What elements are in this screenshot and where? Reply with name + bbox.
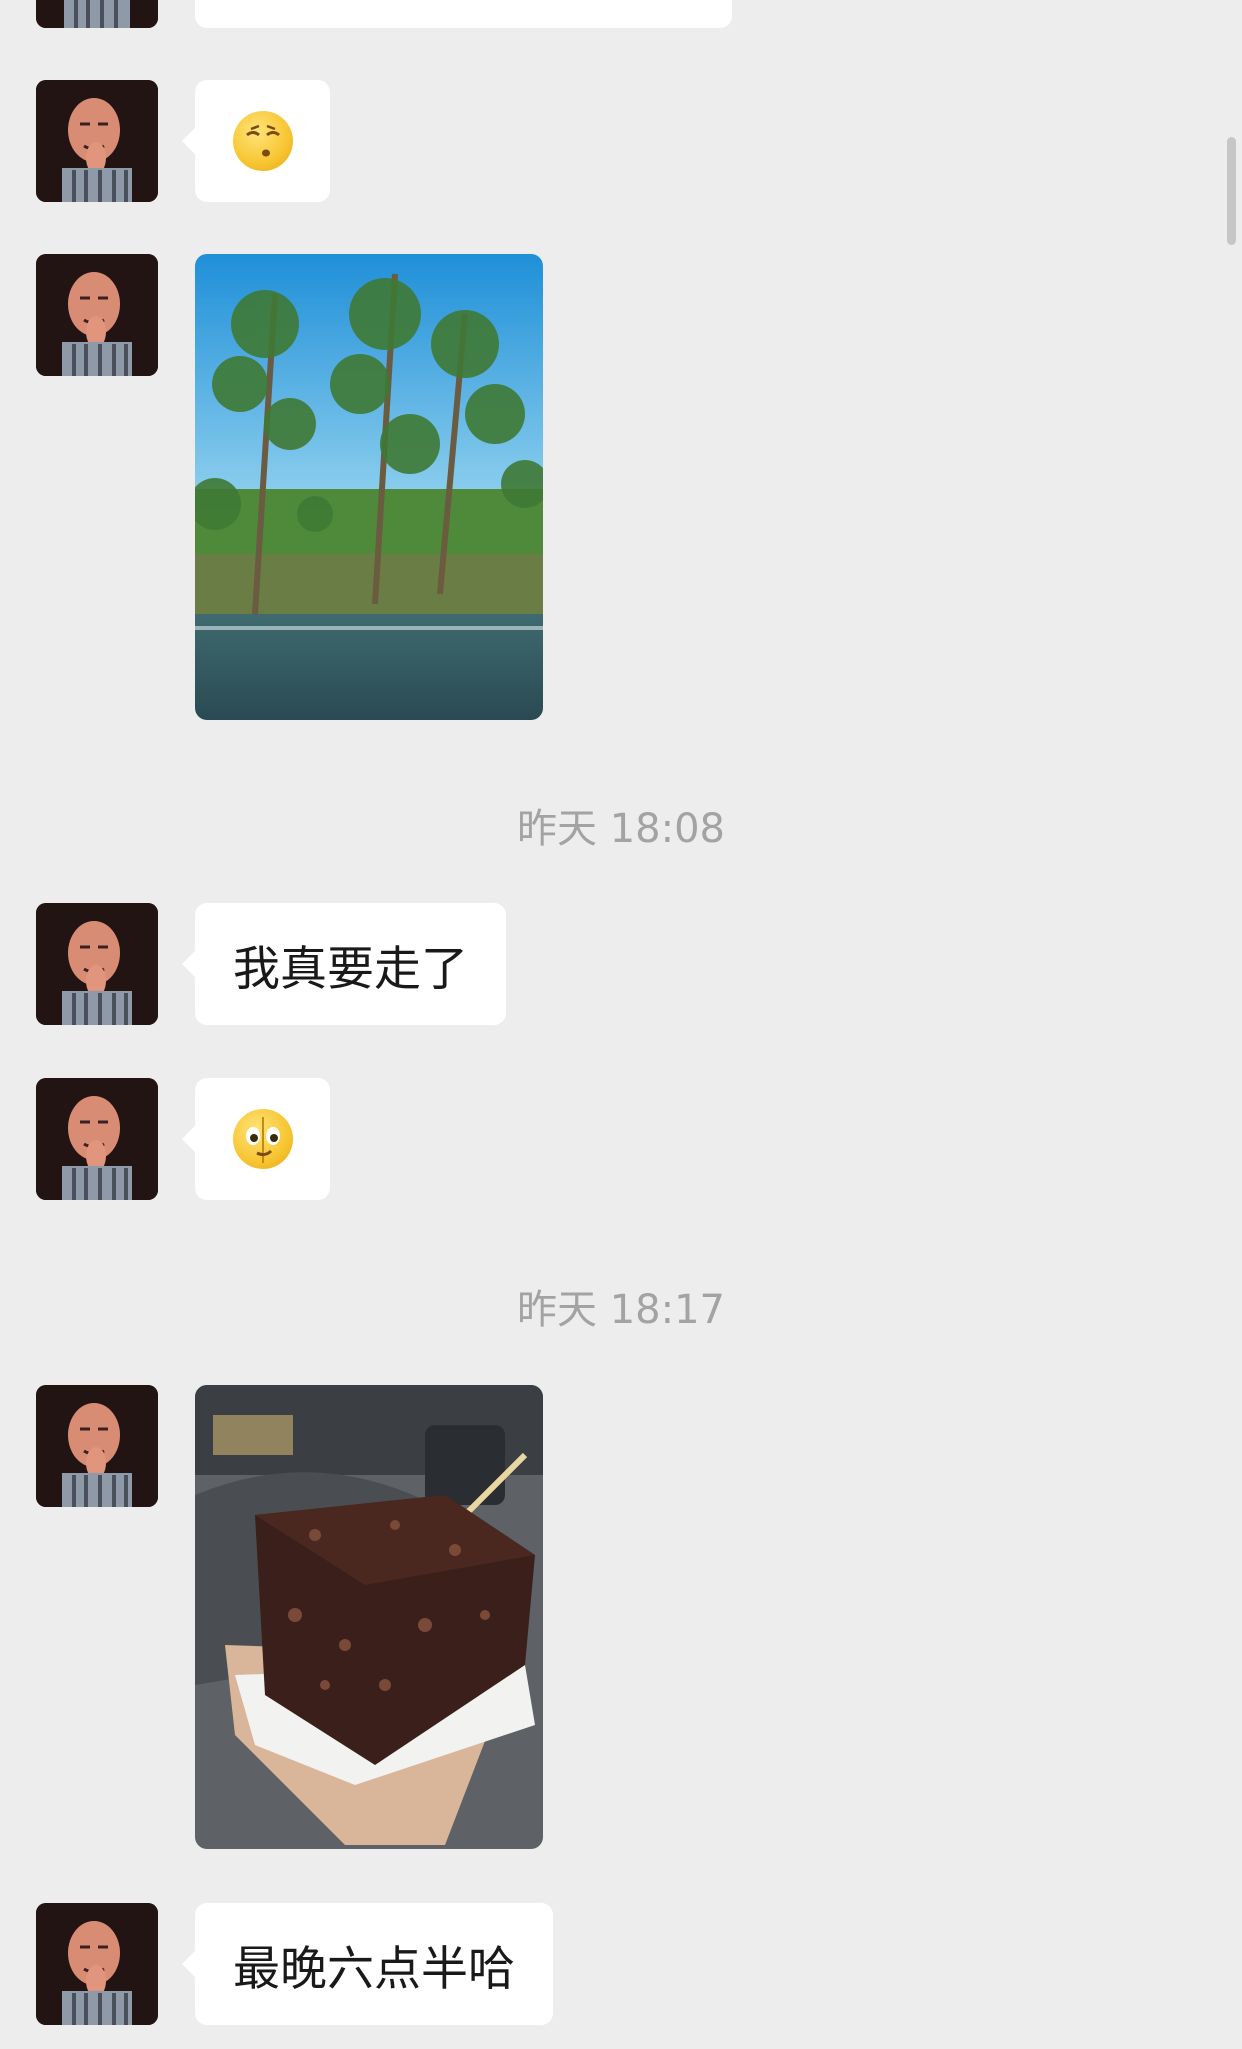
avatar[interactable]: [36, 80, 158, 202]
avatar[interactable]: [36, 903, 158, 1025]
timestamp: 昨天 18:08: [517, 806, 725, 852]
avatar[interactable]: [36, 1078, 158, 1200]
message-text: 最晚六点半哈: [233, 1941, 515, 1997]
face-exhaling-emoji: [232, 111, 293, 171]
smirk-peek-emoji: [232, 1109, 293, 1169]
message-bubble-partial[interactable]: [195, 0, 732, 28]
emoji-bubble[interactable]: [182, 80, 330, 202]
scrollbar[interactable]: [1227, 137, 1236, 245]
emoji-bubble[interactable]: [182, 1078, 330, 1200]
roadside-trees-photo[interactable]: [195, 254, 543, 720]
avatar[interactable]: [36, 254, 158, 376]
message-text: 我真要走了: [233, 941, 468, 997]
avatar[interactable]: [36, 1903, 158, 2025]
text-message-bubble[interactable]: 我真要走了: [182, 903, 506, 1025]
text-message-bubble[interactable]: 最晚六点半哈: [182, 1903, 553, 2025]
chocolate-cake-photo[interactable]: [195, 1385, 543, 1849]
avatar[interactable]: [36, 1385, 158, 1507]
timestamp: 昨天 18:17: [517, 1287, 725, 1333]
avatar[interactable]: [36, 0, 158, 28]
